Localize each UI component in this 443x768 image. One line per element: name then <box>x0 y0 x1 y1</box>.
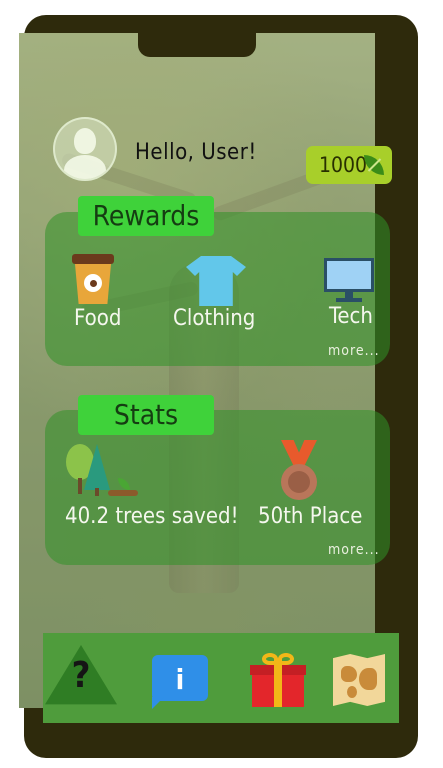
gift-icon[interactable] <box>250 653 306 707</box>
shirt-shape <box>186 256 246 306</box>
monitor-screen <box>324 258 374 292</box>
coin-balance-badge[interactable]: 1000 <box>306 146 392 184</box>
coin-balance-value: 1000 <box>319 153 368 177</box>
stats-title: Stats <box>78 395 214 435</box>
recycle-help-icon[interactable]: ? <box>45 645 117 711</box>
cup-dot <box>90 280 97 287</box>
trees-icon <box>66 444 142 498</box>
medal-center <box>288 471 310 493</box>
sprout <box>118 478 130 490</box>
reward-food-label[interactable]: Food <box>74 306 121 331</box>
phone-notch <box>138 33 256 57</box>
trees-saved-text: 40.2 trees saved! <box>65 504 239 529</box>
rewards-title: Rewards <box>78 196 214 236</box>
avatar[interactable] <box>53 117 117 181</box>
tshirt-icon[interactable] <box>186 256 246 306</box>
stats-more-link[interactable]: more... <box>328 542 380 558</box>
rewards-more-link[interactable]: more... <box>328 343 380 359</box>
map-land <box>341 666 357 682</box>
reward-clothing-label[interactable]: Clothing <box>173 306 255 331</box>
avatar-head <box>74 128 96 154</box>
map-land <box>347 686 357 698</box>
reward-tech-label[interactable]: Tech <box>329 304 373 329</box>
info-icon[interactable]: i <box>152 655 208 709</box>
question-mark: ? <box>71 655 91 696</box>
greeting-text: Hello, User! <box>135 140 257 165</box>
soil <box>108 490 138 496</box>
coffee-cup-icon[interactable] <box>72 254 114 306</box>
leaderboard-place-text: 50th Place <box>258 504 363 529</box>
gift-bow-left <box>262 653 278 665</box>
gift-bow-right <box>278 653 294 665</box>
cup-lid <box>72 254 114 264</box>
map-icon[interactable] <box>333 654 385 706</box>
map-land <box>359 668 377 690</box>
monitor-icon[interactable] <box>324 258 374 304</box>
tree-trunk <box>78 478 82 494</box>
monitor-base <box>336 298 362 302</box>
medal-icon <box>278 440 320 502</box>
gift-ribbon <box>274 665 282 707</box>
info-glyph: i <box>175 663 185 696</box>
avatar-body <box>64 155 106 179</box>
tree-trunk <box>95 488 99 496</box>
